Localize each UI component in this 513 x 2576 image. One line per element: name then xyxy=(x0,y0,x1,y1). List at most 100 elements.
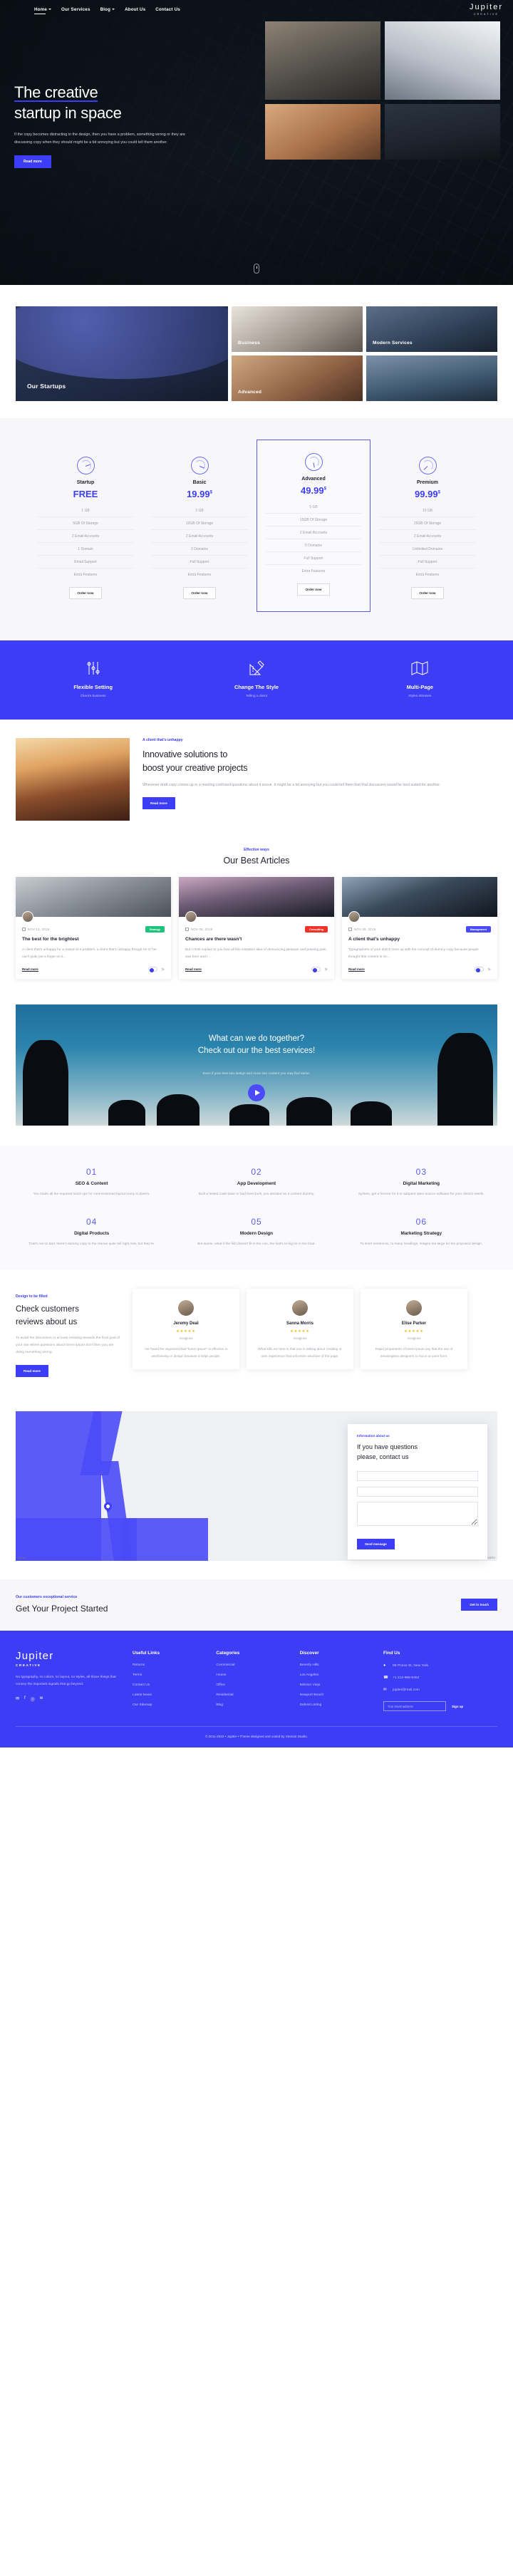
article-date: NOV 13, 2019 xyxy=(22,928,49,931)
envelope-icon: ✉ xyxy=(383,1688,387,1693)
article-title[interactable]: The best for the brightest xyxy=(22,937,165,942)
testimonial-card: Elise Parker ★★★★★ Googlous Rapid propon… xyxy=(361,1289,467,1370)
footer-link[interactable]: Newport Beach xyxy=(300,1693,373,1697)
hero-read-more-button[interactable]: Read more xyxy=(14,155,51,169)
articles-section: Effective ways Our Best Articles NOV 13,… xyxy=(0,841,513,1001)
article-read-more-link[interactable]: Read more xyxy=(348,967,365,972)
article-title[interactable]: A client that's unhappy xyxy=(348,937,491,942)
like-icon[interactable] xyxy=(311,967,321,972)
footer-column-discover: Discover Beverly Hills Los Angeles Missi… xyxy=(300,1651,373,1713)
category-tile-modern-services[interactable]: Modern Services xyxy=(366,306,497,352)
features-band: Flexible Setting Client's business Chang… xyxy=(0,640,513,720)
calendar-icon xyxy=(348,928,352,931)
article-title[interactable]: Chances are there wasn't xyxy=(185,937,328,942)
newsletter-email-input[interactable]: Your email address xyxy=(383,1701,446,1712)
footer-link[interactable]: Commercial xyxy=(216,1663,289,1667)
footer-newsletter: Your email address Sign up xyxy=(383,1701,497,1712)
footer-link[interactable]: Our Sitemap xyxy=(133,1703,206,1707)
play-button-icon[interactable] xyxy=(248,1084,265,1102)
testimonial-role: Googlous xyxy=(407,1336,421,1341)
footer-link[interactable]: Office xyxy=(216,1683,289,1687)
share-icon[interactable]: ⋟ xyxy=(161,967,165,972)
category-tile-advanced[interactable]: Advanced xyxy=(232,355,363,401)
pinterest-icon[interactable]: Ⓓ xyxy=(31,1696,35,1703)
article-category-badge[interactable]: Strategy xyxy=(145,926,165,933)
innovative-solutions-section: A client that's unhappy Innovative solut… xyxy=(0,720,513,841)
article-actions: ⋟ xyxy=(148,967,165,972)
category-tile-business[interactable]: Business xyxy=(232,306,363,352)
footer-link[interactable]: Beverly Hills xyxy=(300,1663,373,1667)
testimonials-section: Design to be filled Check customers revi… xyxy=(0,1270,513,1399)
service-marketing-strategy: 06 Marketing Strategy To short sentences… xyxy=(343,1217,500,1248)
footer-logo[interactable]: Jupiter xyxy=(16,1651,123,1661)
article-card[interactable]: NOV 13, 2019 Strategy The best for the b… xyxy=(16,877,171,980)
nav-item-about-us[interactable]: About Us xyxy=(125,7,145,12)
footer-phone-row: ☎ +1 212-966-5452 xyxy=(383,1676,497,1681)
article-category-badge[interactable]: Management xyxy=(465,926,491,933)
footer-link[interactable]: Returns xyxy=(133,1663,206,1667)
scroll-down-indicator[interactable] xyxy=(254,264,259,274)
nav-item-blog[interactable]: Blog xyxy=(100,7,115,12)
innovative-read-more-button[interactable]: Read more xyxy=(142,797,175,810)
like-icon[interactable] xyxy=(475,967,484,972)
innovative-image-sunset-hikers xyxy=(16,738,130,821)
category-tile-our-startups[interactable]: Our Startups xyxy=(16,306,229,401)
testimonials-read-more-button[interactable]: Read more xyxy=(16,1365,48,1378)
plan-name: Startup xyxy=(76,480,95,485)
footer-email[interactable]: jupiter@mail.com xyxy=(393,1688,420,1692)
article-read-more-link[interactable]: Read more xyxy=(185,967,202,972)
like-icon[interactable] xyxy=(148,967,158,972)
order-now-button[interactable]: Order now xyxy=(182,587,217,599)
footer-link[interactable]: Mission Viejo xyxy=(300,1683,373,1687)
article-category-badge[interactable]: Consulting xyxy=(305,926,328,933)
footer-link[interactable]: Los Angeles xyxy=(300,1673,373,1677)
article-card[interactable]: NOV 08, 2019 Consulting Chances are ther… xyxy=(179,877,334,980)
cta-strip: Our customers exceptional service Get Yo… xyxy=(0,1579,513,1631)
footer-link[interactable]: Blog xyxy=(216,1703,289,1707)
article-card[interactable]: NOV 08, 2019 Management A client that's … xyxy=(342,877,497,980)
contact-send-button[interactable]: Send message xyxy=(357,1539,395,1550)
contact-name-input[interactable] xyxy=(357,1470,478,1481)
order-now-button[interactable]: Order now xyxy=(68,587,103,599)
order-now-button[interactable]: Order now xyxy=(410,587,445,599)
twitter-icon[interactable]: w xyxy=(40,1696,43,1703)
nav-item-home[interactable]: Home xyxy=(34,7,51,14)
category-tile-extra[interactable] xyxy=(366,355,497,401)
contact-email-input[interactable] xyxy=(357,1487,478,1497)
contact-title-line1: If you have questions xyxy=(357,1443,418,1451)
service-modern-design: 05 Modern Design But worse, what if the … xyxy=(177,1217,335,1248)
footer-address: 99 Prince St, New York. xyxy=(392,1664,430,1668)
plan-feature: Extra Features xyxy=(187,572,212,577)
footer-link[interactable]: House xyxy=(216,1673,289,1677)
footer-column-heading: Discover xyxy=(299,1651,319,1656)
footer-link[interactable]: Contact Us xyxy=(133,1683,206,1687)
contact-message-textarea[interactable] xyxy=(357,1502,478,1527)
plan-feature: 25GB Of Storage xyxy=(379,517,476,530)
article-date-text: NOV 08, 2019 xyxy=(191,928,213,931)
plan-feature: 5GB Of Storage xyxy=(37,517,134,530)
article-read-more-link[interactable]: Read more xyxy=(22,967,38,972)
testimonials-title: Check customers reviews about us xyxy=(16,1304,123,1329)
footer-link[interactable]: Latest News xyxy=(133,1693,206,1697)
facebook-icon[interactable]: f xyxy=(24,1696,26,1703)
service-number: 06 xyxy=(415,1216,427,1227)
footer-phone[interactable]: +1 212-966-5452 xyxy=(393,1676,419,1680)
order-now-button[interactable]: Order now xyxy=(296,583,331,596)
get-in-touch-button[interactable]: Get in touch xyxy=(461,1598,497,1611)
footer-link[interactable]: Residential xyxy=(216,1693,289,1697)
plan-price-currency: $ xyxy=(437,490,440,495)
nav-item-our-services[interactable]: Our Services xyxy=(61,7,90,12)
footer-column-categories: Categories Commercial House Office Resid… xyxy=(216,1651,289,1713)
share-icon[interactable]: ⋟ xyxy=(487,967,491,972)
site-logo[interactable]: Jupiter CREATIVE xyxy=(470,3,503,16)
footer-column-heading: Find Us xyxy=(383,1651,400,1656)
footer-link[interactable]: Submit Listing xyxy=(300,1703,373,1707)
service-title: Marketing Strategy xyxy=(400,1230,442,1236)
nav-item-contact-us[interactable]: Contact Us xyxy=(155,7,180,12)
hero-tile-team-collaboration xyxy=(265,104,380,160)
footer-link[interactable]: Terms xyxy=(133,1673,206,1677)
share-icon[interactable]: ⋟ xyxy=(324,967,328,972)
newsletter-signup-button[interactable]: Sign up xyxy=(452,1705,463,1708)
mail-icon[interactable]: ✉ xyxy=(16,1696,19,1703)
innovative-paragraph: Whenever draft copy comes up in a meetin… xyxy=(142,782,441,787)
